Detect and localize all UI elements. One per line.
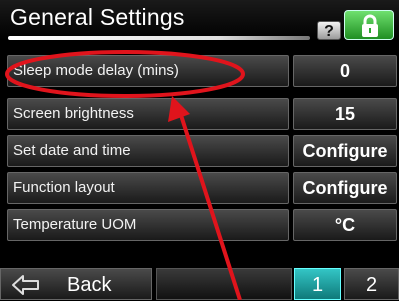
setting-row-date-time: Set date and time Configure <box>0 135 399 167</box>
setting-row-temperature-uom: Temperature UOM °C <box>0 209 399 241</box>
empty-footer-button <box>156 268 292 300</box>
page-1-button[interactable]: 1 <box>294 268 341 300</box>
function-layout-configure-button[interactable]: Configure <box>293 172 397 204</box>
title-underline <box>8 36 310 40</box>
setting-row-brightness: Screen brightness 15 <box>0 98 399 130</box>
help-button[interactable]: ? <box>317 21 341 40</box>
setting-row-function-layout: Function layout Configure <box>0 172 399 204</box>
setting-row-sleep-mode: Sleep mode delay (mins) 0 <box>0 55 399 87</box>
lock-icon <box>362 14 378 37</box>
page-2-button[interactable]: 2 <box>344 268 399 300</box>
sleep-mode-delay-label[interactable]: Sleep mode delay (mins) <box>7 55 289 87</box>
lock-button[interactable] <box>344 10 394 40</box>
back-arrow-icon <box>12 275 39 295</box>
sleep-mode-delay-value[interactable]: 0 <box>293 55 397 87</box>
temperature-uom-label[interactable]: Temperature UOM <box>7 209 289 241</box>
temperature-uom-value[interactable]: °C <box>293 209 397 241</box>
set-date-time-configure-button[interactable]: Configure <box>293 135 397 167</box>
page-title: General Settings <box>10 4 185 30</box>
screen-brightness-value[interactable]: 15 <box>293 98 397 130</box>
function-layout-label[interactable]: Function layout <box>7 172 289 204</box>
set-date-time-label[interactable]: Set date and time <box>7 135 289 167</box>
screen-brightness-label[interactable]: Screen brightness <box>7 98 289 130</box>
back-button[interactable]: Back <box>0 268 152 300</box>
header-bar: General Settings ? <box>0 0 399 50</box>
footer-bar: Back 1 2 <box>0 268 399 300</box>
back-label: Back <box>67 274 112 296</box>
